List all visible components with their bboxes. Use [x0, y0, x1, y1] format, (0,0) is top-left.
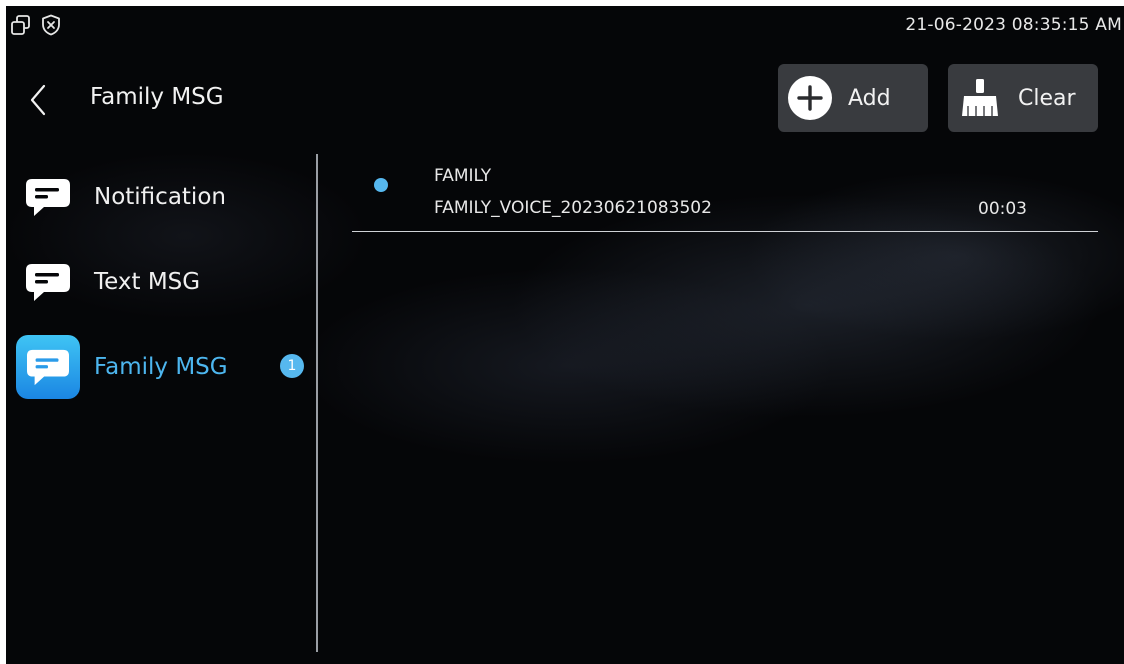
message-file-name: FAMILY_VOICE_20230621083502: [434, 198, 712, 218]
back-arrow-icon[interactable]: [24, 80, 52, 120]
sidebar-item-label: Notification: [94, 184, 226, 210]
add-button[interactable]: Add: [778, 64, 928, 132]
message-duration: 00:03: [978, 199, 1027, 219]
unread-dot: [374, 178, 388, 192]
sidebar-item-label: Text MSG: [94, 269, 201, 295]
clear-button-label: Clear: [1018, 85, 1076, 111]
plus-circle-icon: [788, 76, 832, 120]
broom-icon: [962, 79, 998, 116]
shield-close-icon: [42, 14, 60, 36]
row-divider: [352, 231, 1098, 232]
sidebar-item-text-msg[interactable]: Text MSG: [16, 249, 312, 315]
sidebar-item-label: Family MSG: [94, 354, 228, 380]
message-icon: [16, 335, 80, 399]
sidebar-item-notification[interactable]: Notification: [16, 164, 312, 230]
window-restore-icon: [11, 15, 30, 35]
message-sender: FAMILY: [434, 166, 492, 186]
add-button-label: Add: [848, 85, 891, 111]
screen: 21-06-2023 08:35:15 AM Family MSG Add Cl…: [6, 6, 1124, 664]
message-list-item[interactable]: FAMILY FAMILY_VOICE_20230621083502 00:03: [352, 156, 1098, 232]
status-datetime: 21-06-2023 08:35:15 AM: [905, 15, 1122, 35]
message-icon: [16, 165, 80, 229]
sidebar-item-family-msg[interactable]: Family MSG 1: [16, 334, 312, 400]
sidebar-divider: [316, 154, 318, 652]
unread-count-badge: 1: [280, 354, 304, 378]
clear-button[interactable]: Clear: [948, 64, 1098, 132]
page-title: Family MSG: [90, 84, 224, 110]
message-icon: [16, 250, 80, 314]
